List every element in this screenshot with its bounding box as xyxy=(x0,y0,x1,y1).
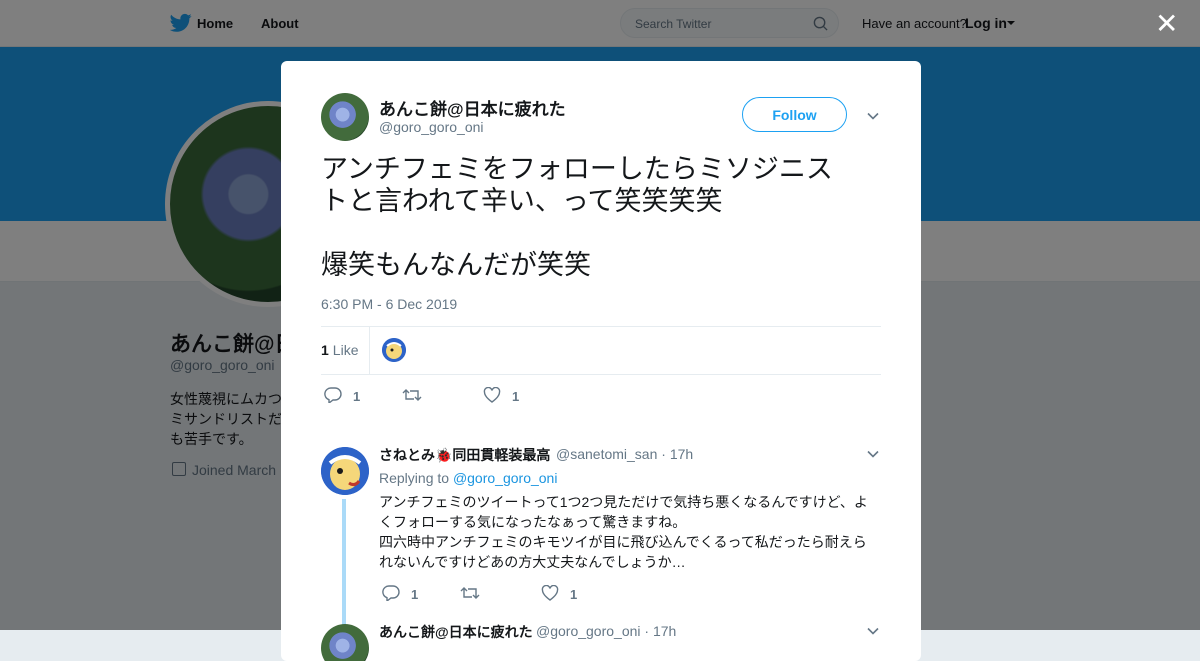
reply-author-handle[interactable]: @sanetomi_san · 17h xyxy=(556,446,693,462)
reply-icon xyxy=(382,585,400,601)
reply-author-name[interactable]: さねとみ🐞同田貫軽装最高 xyxy=(379,445,550,465)
reply2-author-handle[interactable]: @goro_goro_oni · 17h xyxy=(536,623,676,639)
replying-to: Replying to @goro_goro_oni xyxy=(379,470,557,486)
reply-author-avatar[interactable] xyxy=(321,447,369,495)
stats-divider xyxy=(369,327,370,374)
tweet-paragraph: アンチフェミをフォローしたらミソジニス トと言われて辛い、って笑笑笑笑 xyxy=(321,153,881,217)
author-avatar[interactable] xyxy=(321,93,369,141)
likes-count: 1 xyxy=(321,342,329,358)
reply-line: アンチフェミのツイートって1つ2つ見ただけで気持ち悪くなるんですけど、よ xyxy=(379,494,868,510)
retweet-icon xyxy=(402,389,422,401)
replying-prefix: Replying to xyxy=(379,470,450,486)
replying-to-link[interactable]: @goro_goro_oni xyxy=(453,470,558,486)
likes-label: Like xyxy=(332,342,359,358)
liker-avatar[interactable] xyxy=(382,338,406,362)
reply-line: 四六時中アンチフェミのキモツイが目に飛び込んでくるって私だったら耐えら xyxy=(379,534,867,550)
tweet-timestamp[interactable]: 6:30 PM - 6 Dec 2019 xyxy=(321,296,457,312)
reply-line: くフォローする気になったなぁって驚きますね。 xyxy=(379,514,687,530)
tweet-text: アンチフェミをフォローしたらミソジニス トと言われて辛い、って笑笑笑笑 爆笑もん… xyxy=(321,153,881,281)
reply2-author-name[interactable]: あんこ餅@日本に疲れた xyxy=(379,622,533,642)
tweet-stats: 1 Like xyxy=(321,326,881,375)
likes-stat[interactable]: 1 Like xyxy=(321,342,358,358)
heart-icon xyxy=(541,585,559,601)
follow-button[interactable]: Follow xyxy=(742,97,847,132)
chevron-down-icon[interactable] xyxy=(867,625,879,637)
tweet-paragraph: 爆笑もんなんだが笑笑 xyxy=(321,250,591,280)
like-count: 1 xyxy=(570,587,578,602)
reply-line: れないんですけどあの方大丈夫なんでしょうか… xyxy=(379,554,686,570)
chevron-down-icon[interactable] xyxy=(867,110,879,122)
author-name[interactable]: あんこ餅@日本に疲れた xyxy=(379,95,566,120)
author-handle[interactable]: @goro_goro_oni xyxy=(379,119,484,135)
tweet-line: トと言われて辛い、って笑笑笑笑 xyxy=(321,186,723,216)
retweet-icon xyxy=(460,587,480,599)
reply-icon xyxy=(324,387,342,403)
tweet-line: アンチフェミをフォローしたらミソジニス xyxy=(321,154,833,184)
reply-count: 1 xyxy=(411,587,419,602)
tweet-modal: あんこ餅@日本に疲れた @goro_goro_oni Follow アンチフェミ… xyxy=(281,61,921,661)
close-icon[interactable]: ✕ xyxy=(1155,10,1178,38)
chevron-down-icon[interactable] xyxy=(867,448,879,460)
reply-count: 1 xyxy=(353,389,361,404)
heart-icon xyxy=(483,387,501,403)
reply-text: アンチフェミのツイートって1つ2つ見ただけで気持ち悪くなるんですけど、よ くフォ… xyxy=(379,492,879,572)
like-count: 1 xyxy=(512,389,520,404)
